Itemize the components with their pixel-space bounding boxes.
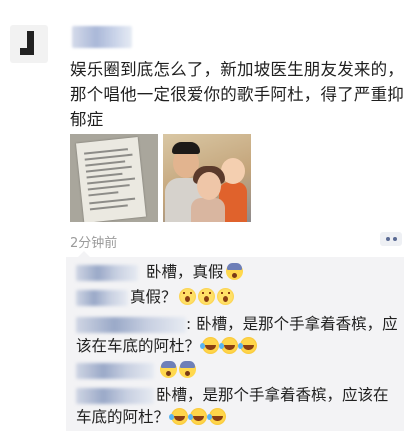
more-dots-icon[interactable]	[380, 232, 402, 246]
comment-5-cont[interactable]: 车底的阿杜？	[76, 405, 227, 429]
post-photo-family[interactable]	[163, 134, 251, 222]
comment-3[interactable]: : 卧槽，是那个手拿着香槟，应	[186, 312, 398, 336]
comment-5-text: 卧槽，是那个手拿着香槟，应该在	[156, 386, 389, 404]
comment-1[interactable]: 卧槽，真假	[146, 260, 243, 284]
post-text: 娱乐圈到底怎么了，新加坡医生朋友发来的，那个唱他一定很爱你的歌手阿杜，得了严重抑…	[70, 60, 404, 129]
comment-3-cont[interactable]: 该在车底的阿杜？	[76, 334, 258, 358]
fear-emoji-icon	[225, 263, 243, 280]
fear-emoji-icon	[179, 361, 196, 378]
surprised-emoji-icon	[216, 288, 234, 305]
laugh-cry-emoji-icon	[238, 337, 258, 354]
comment-4[interactable]	[158, 358, 196, 382]
author-name-blurred[interactable]	[72, 26, 132, 48]
surprised-emoji-icon	[197, 288, 215, 305]
comment-5-text-2: 车底的阿杜？	[76, 408, 170, 426]
commenter-name[interactable]	[76, 265, 138, 281]
comment-5[interactable]: 卧槽，是那个手拿着香槟，应该在	[156, 383, 389, 407]
commenter-name[interactable]	[76, 388, 154, 404]
comment-3-text: : 卧槽，是那个手拿着香槟，应	[186, 315, 398, 333]
comment-2[interactable]: 真假？	[130, 285, 234, 309]
laugh-cry-emoji-icon	[200, 337, 220, 354]
comments-panel: 卧槽，真假 真假？ : 卧槽，是那个手拿着香槟，应 该在车底的阿杜？ 卧槽，是那…	[66, 251, 404, 431]
comment-1-text: 卧槽，真假	[146, 263, 224, 281]
post-time: 2分钟前	[70, 236, 118, 251]
comment-2-text: 真假？	[130, 288, 177, 306]
laugh-cry-emoji-icon	[207, 408, 227, 425]
surprised-emoji-icon	[178, 288, 196, 305]
laugh-cry-emoji-icon	[188, 408, 208, 425]
commenter-name[interactable]	[76, 363, 154, 379]
comment-3-text-2: 该在车底的阿杜？	[76, 337, 201, 355]
laugh-cry-emoji-icon	[169, 408, 189, 425]
commenter-name[interactable]	[76, 317, 186, 333]
fear-emoji-icon	[160, 361, 177, 378]
post-photo-document[interactable]	[70, 134, 158, 222]
commenter-name[interactable]	[76, 290, 128, 306]
laugh-cry-emoji-icon	[219, 337, 239, 354]
author-avatar[interactable]	[10, 25, 48, 63]
